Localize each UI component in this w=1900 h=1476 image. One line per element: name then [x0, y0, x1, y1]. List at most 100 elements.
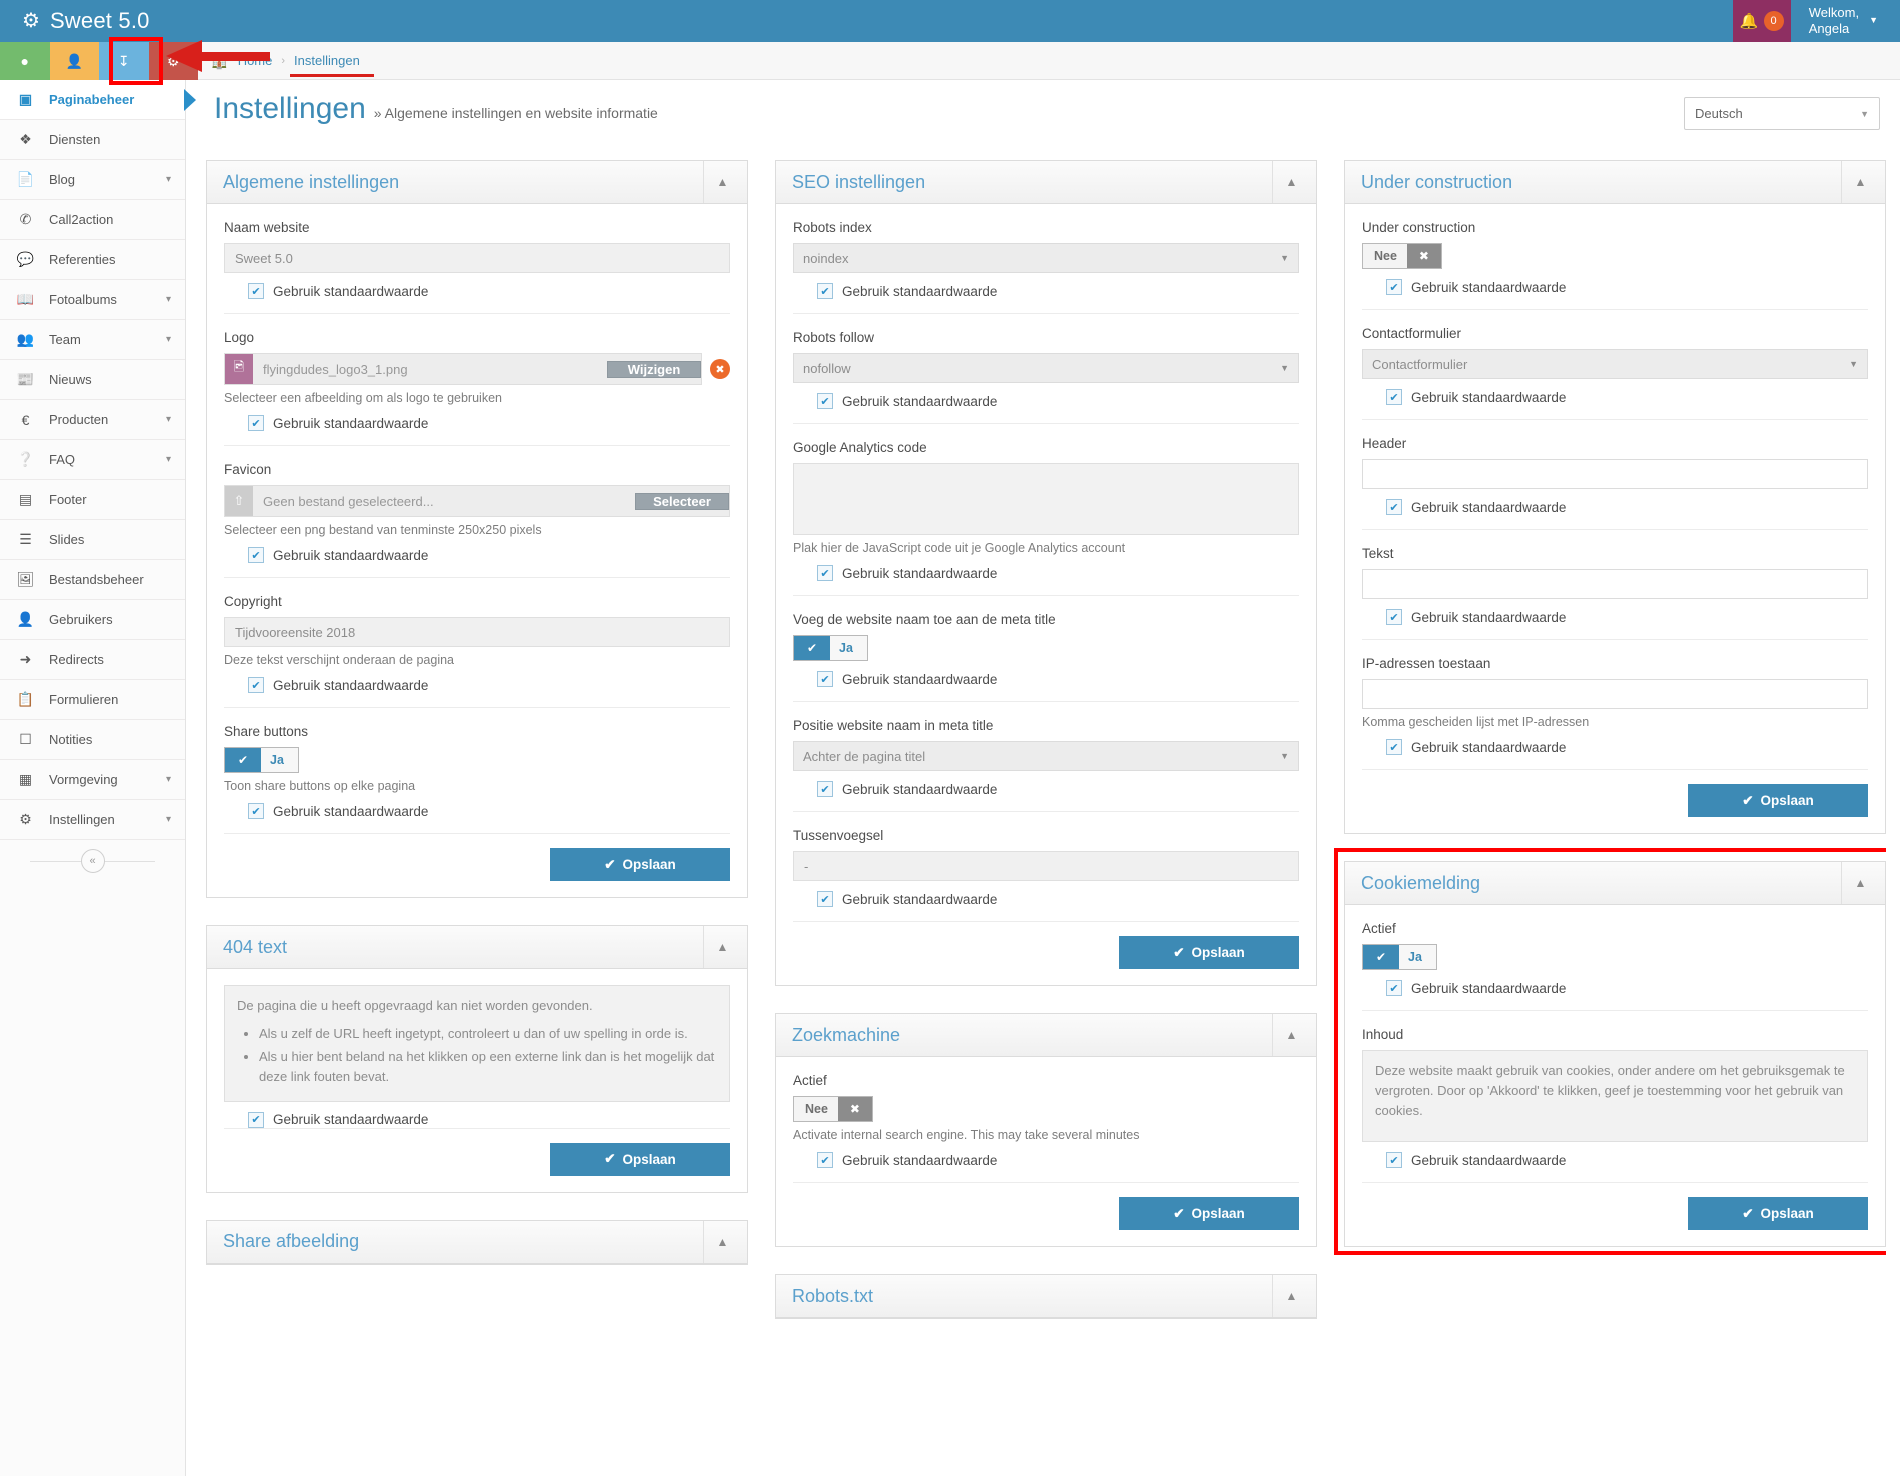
use-default-checkbox-row[interactable]: ✔ Gebruik standaardwaarde — [1362, 980, 1868, 996]
use-default-checkbox-row[interactable]: ✔ Gebruik standaardwaarde — [224, 415, 730, 431]
sidebar-item-nieuws[interactable]: 📰 Nieuws — [0, 360, 185, 400]
robots-index-select[interactable]: noindex ▼ — [793, 243, 1299, 273]
collapse-chevron-icon[interactable]: ▲ — [703, 926, 741, 968]
use-default-checkbox-row[interactable]: ✔ Gebruik standaardwaarde — [793, 393, 1299, 409]
collapse-chevron-icon[interactable]: ▲ — [1272, 161, 1310, 203]
sidebar-item-referenties[interactable]: 💬 Referenties — [0, 240, 185, 280]
user-menu[interactable]: Welkom, Angela ▼ — [1791, 0, 1900, 42]
checkbox-checked-icon[interactable]: ✔ — [1386, 499, 1402, 515]
use-default-checkbox-row[interactable]: ✔ Gebruik standaardwaarde — [224, 1111, 730, 1128]
sidebar-item-fotoalbums[interactable]: 📖 Fotoalbums ▾ — [0, 280, 185, 320]
sidebar-item-footer[interactable]: ▤ Footer — [0, 480, 185, 520]
use-default-checkbox-row[interactable]: ✔ Gebruik standaardwaarde — [224, 547, 730, 563]
use-default-checkbox-row[interactable]: ✔ Gebruik standaardwaarde — [224, 677, 730, 693]
checkbox-checked-icon[interactable]: ✔ — [817, 393, 833, 409]
checkbox-checked-icon[interactable]: ✔ — [817, 781, 833, 797]
checkbox-checked-icon[interactable]: ✔ — [248, 803, 264, 819]
checkbox-checked-icon[interactable]: ✔ — [248, 415, 264, 431]
meta-title-toggle[interactable]: ✔ Ja — [793, 635, 868, 661]
sidebar-item-blog[interactable]: 📄 Blog ▾ — [0, 160, 185, 200]
use-default-checkbox-row[interactable]: ✔ Gebruik standaardwaarde — [1362, 609, 1868, 625]
use-default-checkbox-row[interactable]: ✔ Gebruik standaardwaarde — [793, 781, 1299, 797]
checkbox-checked-icon[interactable]: ✔ — [817, 283, 833, 299]
sidebar-item-gebruikers[interactable]: 👤 Gebruikers — [0, 600, 185, 640]
sidebar-item-producten[interactable]: € Producten ▾ — [0, 400, 185, 440]
use-default-checkbox-row[interactable]: ✔ Gebruik standaardwaarde — [793, 1152, 1299, 1168]
breadcrumb-current[interactable]: Instellingen — [294, 53, 360, 68]
checkbox-checked-icon[interactable]: ✔ — [817, 891, 833, 907]
checkbox-checked-icon[interactable]: ✔ — [1386, 609, 1402, 625]
use-default-checkbox-row[interactable]: ✔ Gebruik standaardwaarde — [224, 283, 730, 299]
sidebar-item-vormgeving[interactable]: ▦ Vormgeving ▾ — [0, 760, 185, 800]
checkbox-checked-icon[interactable]: ✔ — [1386, 739, 1402, 755]
sidebar-item-team[interactable]: 👥 Team ▾ — [0, 320, 185, 360]
copyright-input[interactable]: Tijdvooreensite 2018 — [224, 617, 730, 647]
sidebar-item-instellingen[interactable]: ⚙ Instellingen ▾ — [0, 800, 185, 840]
save-button[interactable]: ✔ Opslaan — [1688, 784, 1868, 817]
uc-header-input[interactable] — [1362, 459, 1868, 489]
sidebar-item-faq[interactable]: ❔ FAQ ▾ — [0, 440, 185, 480]
sidebar-item-paginabeheer[interactable]: ▣ Paginabeheer — [0, 80, 196, 120]
favicon-file-input[interactable]: ⇧ Geen bestand geselecteerd... Selecteer — [224, 485, 730, 517]
error-404-editor[interactable]: De pagina die u heeft opgevraagd kan nie… — [224, 985, 730, 1102]
logo-delete-icon[interactable]: ✖ — [710, 359, 730, 379]
brand[interactable]: ⚙ Sweet 5.0 — [0, 0, 198, 42]
checkbox-checked-icon[interactable]: ✔ — [1386, 1152, 1402, 1168]
use-default-checkbox-row[interactable]: ✔ Gebruik standaardwaarde — [1362, 279, 1868, 295]
checkbox-checked-icon[interactable]: ✔ — [1386, 389, 1402, 405]
collapse-chevron-icon[interactable]: ▲ — [1272, 1014, 1310, 1056]
quick-user-button[interactable]: 👤 — [49, 42, 99, 80]
checkbox-checked-icon[interactable]: ✔ — [1386, 980, 1402, 996]
robots-follow-select[interactable]: nofollow ▼ — [793, 353, 1299, 383]
save-button[interactable]: ✔ Opslaan — [550, 848, 730, 881]
search-active-toggle[interactable]: Nee ✖ — [793, 1096, 873, 1122]
checkbox-checked-icon[interactable]: ✔ — [817, 565, 833, 581]
save-button[interactable]: ✔ Opslaan — [1119, 936, 1299, 969]
sidebar-item-diensten[interactable]: ❖ Diensten — [0, 120, 185, 160]
sidebar-item-formulieren[interactable]: 📋 Formulieren — [0, 680, 185, 720]
use-default-checkbox-row[interactable]: ✔ Gebruik standaardwaarde — [1362, 1152, 1868, 1168]
cookie-content-editor[interactable]: Deze website maakt gebruik van cookies, … — [1362, 1050, 1868, 1142]
collapse-chevron-icon[interactable]: ▲ — [1272, 1275, 1310, 1317]
sidebar-collapse-button[interactable]: « — [80, 849, 105, 873]
sidebar-item-notities[interactable]: ☐ Notities — [0, 720, 185, 760]
share-buttons-toggle[interactable]: ✔ Ja — [224, 747, 299, 773]
use-default-checkbox-row[interactable]: ✔ Gebruik standaardwaarde — [793, 565, 1299, 581]
position-select[interactable]: Achter de pagina titel ▼ — [793, 741, 1299, 771]
logo-file-input[interactable]: 🖻 flyingdudes_logo3_1.png Wijzigen — [224, 353, 702, 385]
under-construction-toggle[interactable]: Nee ✖ — [1362, 243, 1442, 269]
uc-tekst-input[interactable] — [1362, 569, 1868, 599]
use-default-checkbox-row[interactable]: ✔ Gebruik standaardwaarde — [793, 671, 1299, 687]
collapse-chevron-icon[interactable]: ▲ — [1841, 862, 1879, 904]
use-default-checkbox-row[interactable]: ✔ Gebruik standaardwaarde — [1362, 499, 1868, 515]
checkbox-checked-icon[interactable]: ✔ — [248, 1111, 264, 1128]
sidebar-item-call2action[interactable]: ✆ Call2action — [0, 200, 185, 240]
collapse-chevron-icon[interactable]: ▲ — [703, 161, 741, 203]
save-button[interactable]: ✔ Opslaan — [1119, 1197, 1299, 1230]
use-default-checkbox-row[interactable]: ✔ Gebruik standaardwaarde — [1362, 739, 1868, 755]
save-button[interactable]: ✔ Opslaan — [1688, 1197, 1868, 1230]
checkbox-checked-icon[interactable]: ✔ — [817, 1152, 833, 1168]
logo-change-button[interactable]: Wijzigen — [607, 360, 701, 378]
checkbox-checked-icon[interactable]: ✔ — [817, 671, 833, 687]
use-default-checkbox-row[interactable]: ✔ Gebruik standaardwaarde — [224, 803, 730, 819]
collapse-chevron-icon[interactable]: ▲ — [1841, 161, 1879, 203]
sidebar-item-bestandsbeheer[interactable]: 🖼 Bestandsbeheer — [0, 560, 185, 600]
cookie-active-toggle[interactable]: ✔ Ja — [1362, 944, 1437, 970]
quick-location-button[interactable]: ● — [0, 42, 50, 80]
save-button[interactable]: ✔ Opslaan — [550, 1142, 730, 1176]
language-select[interactable]: Deutsch ▼ — [1684, 97, 1880, 130]
ip-whitelist-input[interactable] — [1362, 679, 1868, 709]
checkbox-checked-icon[interactable]: ✔ — [248, 547, 264, 563]
site-name-input[interactable]: Sweet 5.0 — [224, 243, 730, 273]
collapse-chevron-icon[interactable]: ▲ — [703, 1220, 741, 1263]
use-default-checkbox-row[interactable]: ✔ Gebruik standaardwaarde — [793, 283, 1299, 299]
sidebar-item-redirects[interactable]: ➜ Redirects — [0, 640, 185, 680]
quick-download-button[interactable]: ↧ — [99, 42, 149, 80]
separator-input[interactable]: - — [793, 851, 1299, 881]
checkbox-checked-icon[interactable]: ✔ — [248, 677, 264, 693]
favicon-select-button[interactable]: Selecteer — [635, 492, 729, 510]
use-default-checkbox-row[interactable]: ✔ Gebruik standaardwaarde — [1362, 389, 1868, 405]
checkbox-checked-icon[interactable]: ✔ — [1386, 279, 1402, 295]
google-analytics-textarea[interactable] — [793, 463, 1299, 535]
